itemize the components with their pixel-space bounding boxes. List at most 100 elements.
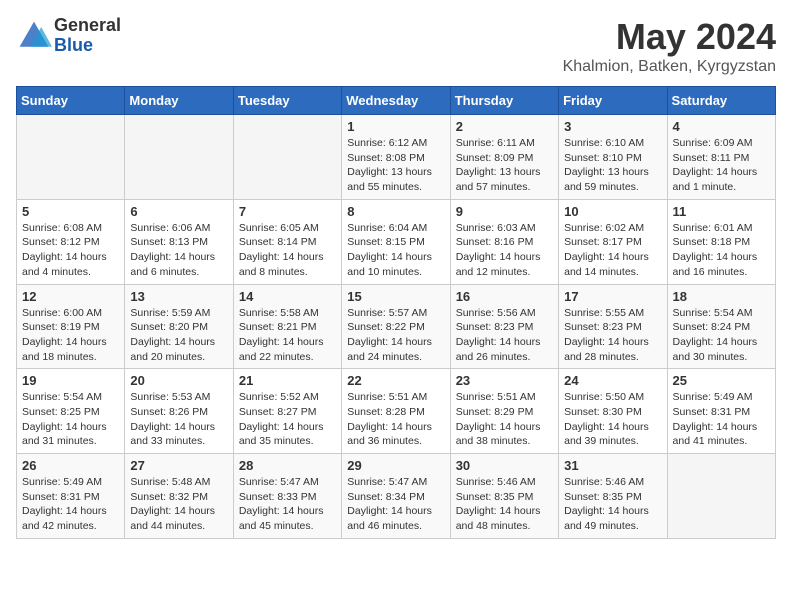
cell-info: Sunrise: 6:06 AMSunset: 8:13 PMDaylight:… (130, 221, 227, 280)
cell-info: Sunrise: 5:49 AMSunset: 8:31 PMDaylight:… (22, 475, 119, 534)
cell-info: Sunrise: 5:57 AMSunset: 8:22 PMDaylight:… (347, 306, 444, 365)
cell-info: Sunrise: 6:11 AMSunset: 8:09 PMDaylight:… (456, 136, 553, 195)
cell-date: 28 (239, 458, 336, 473)
cell-info: Sunrise: 6:10 AMSunset: 8:10 PMDaylight:… (564, 136, 661, 195)
cell-info: Sunrise: 5:48 AMSunset: 8:32 PMDaylight:… (130, 475, 227, 534)
cell-date: 5 (22, 204, 119, 219)
cell-date: 30 (456, 458, 553, 473)
cell-date: 6 (130, 204, 227, 219)
calendar-cell: 5 Sunrise: 6:08 AMSunset: 8:12 PMDaylight… (17, 199, 125, 284)
location-title: Khalmion, Batken, Kyrgyzstan (563, 58, 776, 76)
cell-info: Sunrise: 5:51 AMSunset: 8:28 PMDaylight:… (347, 390, 444, 449)
calendar-cell: 12 Sunrise: 6:00 AMSunset: 8:19 PMDayligh… (17, 284, 125, 369)
calendar-cell: 18 Sunrise: 5:54 AMSunset: 8:24 PMDayligh… (667, 284, 775, 369)
calendar-cell: 14Sunrise: 5:58 AMSunset: 8:21 PMDayligh… (233, 284, 341, 369)
calendar-cell (233, 115, 341, 200)
day-header-tuesday: Tuesday (233, 87, 341, 115)
cell-info: Sunrise: 6:00 AMSunset: 8:19 PMDaylight:… (22, 306, 119, 365)
cell-date: 7 (239, 204, 336, 219)
calendar-week-4: 19Sunrise: 5:54 AMSunset: 8:25 PMDayligh… (17, 369, 776, 454)
day-header-saturday: Saturday (667, 87, 775, 115)
calendar-cell: 21Sunrise: 5:52 AMSunset: 8:27 PMDayligh… (233, 369, 341, 454)
calendar-cell: 23 Sunrise: 5:51 AMSunset: 8:29 PMDayligh… (450, 369, 558, 454)
calendar-cell (667, 454, 775, 539)
cell-date: 24 (564, 373, 661, 388)
logo: General Blue (16, 16, 121, 56)
cell-info: Sunrise: 5:55 AMSunset: 8:23 PMDaylight:… (564, 306, 661, 365)
calendar-cell: 11Sunrise: 6:01 AMSunset: 8:18 PMDayligh… (667, 199, 775, 284)
calendar-week-1: 1 Sunrise: 6:12 AMSunset: 8:08 PMDaylight… (17, 115, 776, 200)
calendar-header-row: SundayMondayTuesdayWednesdayThursdayFrid… (17, 87, 776, 115)
title-block: May 2024 Khalmion, Batken, Kyrgyzstan (563, 16, 776, 76)
calendar-cell: 29 Sunrise: 5:47 AMSunset: 8:34 PMDayligh… (342, 454, 450, 539)
cell-info: Sunrise: 6:05 AMSunset: 8:14 PMDaylight:… (239, 221, 336, 280)
cell-date: 20 (130, 373, 227, 388)
cell-date: 1 (347, 119, 444, 134)
cell-date: 25 (673, 373, 770, 388)
calendar-cell: 20 Sunrise: 5:53 AMSunset: 8:26 PMDayligh… (125, 369, 233, 454)
day-header-wednesday: Wednesday (342, 87, 450, 115)
calendar-cell: 15 Sunrise: 5:57 AMSunset: 8:22 PMDayligh… (342, 284, 450, 369)
calendar-cell: 17 Sunrise: 5:55 AMSunset: 8:23 PMDayligh… (559, 284, 667, 369)
day-header-friday: Friday (559, 87, 667, 115)
month-title: May 2024 (563, 16, 776, 58)
cell-date: 27 (130, 458, 227, 473)
cell-info: Sunrise: 6:04 AMSunset: 8:15 PMDaylight:… (347, 221, 444, 280)
cell-date: 23 (456, 373, 553, 388)
calendar-cell: 19Sunrise: 5:54 AMSunset: 8:25 PMDayligh… (17, 369, 125, 454)
calendar-table: SundayMondayTuesdayWednesdayThursdayFrid… (16, 86, 776, 539)
cell-info: Sunrise: 5:50 AMSunset: 8:30 PMDaylight:… (564, 390, 661, 449)
cell-date: 10 (564, 204, 661, 219)
cell-date: 17 (564, 289, 661, 304)
cell-info: Sunrise: 6:12 AMSunset: 8:08 PMDaylight:… (347, 136, 444, 195)
cell-info: Sunrise: 5:49 AMSunset: 8:31 PMDaylight:… (673, 390, 770, 449)
logo-text: General Blue (54, 16, 121, 56)
calendar-cell: 26Sunrise: 5:49 AMSunset: 8:31 PMDayligh… (17, 454, 125, 539)
cell-date: 29 (347, 458, 444, 473)
calendar-cell: 16 Sunrise: 5:56 AMSunset: 8:23 PMDayligh… (450, 284, 558, 369)
cell-info: Sunrise: 5:51 AMSunset: 8:29 PMDaylight:… (456, 390, 553, 449)
calendar-week-3: 12 Sunrise: 6:00 AMSunset: 8:19 PMDayligh… (17, 284, 776, 369)
cell-date: 3 (564, 119, 661, 134)
cell-date: 12 (22, 289, 119, 304)
cell-info: Sunrise: 6:03 AMSunset: 8:16 PMDaylight:… (456, 221, 553, 280)
calendar-cell: 25 Sunrise: 5:49 AMSunset: 8:31 PMDayligh… (667, 369, 775, 454)
calendar-cell: 31 Sunrise: 5:46 AMSunset: 8:35 PMDayligh… (559, 454, 667, 539)
cell-info: Sunrise: 5:46 AMSunset: 8:35 PMDaylight:… (564, 475, 661, 534)
cell-info: Sunrise: 5:54 AMSunset: 8:24 PMDaylight:… (673, 306, 770, 365)
cell-info: Sunrise: 5:47 AMSunset: 8:34 PMDaylight:… (347, 475, 444, 534)
day-header-monday: Monday (125, 87, 233, 115)
cell-date: 9 (456, 204, 553, 219)
cell-date: 21 (239, 373, 336, 388)
calendar-cell: 27 Sunrise: 5:48 AMSunset: 8:32 PMDayligh… (125, 454, 233, 539)
day-header-thursday: Thursday (450, 87, 558, 115)
cell-date: 4 (673, 119, 770, 134)
calendar-cell: 22Sunrise: 5:51 AMSunset: 8:28 PMDayligh… (342, 369, 450, 454)
cell-date: 2 (456, 119, 553, 134)
cell-info: Sunrise: 5:56 AMSunset: 8:23 PMDaylight:… (456, 306, 553, 365)
calendar-cell (17, 115, 125, 200)
calendar-cell: 24 Sunrise: 5:50 AMSunset: 8:30 PMDayligh… (559, 369, 667, 454)
logo-icon (16, 18, 52, 54)
calendar-cell: 28Sunrise: 5:47 AMSunset: 8:33 PMDayligh… (233, 454, 341, 539)
calendar-cell (125, 115, 233, 200)
page-header: General Blue May 2024 Khalmion, Batken, … (16, 16, 776, 76)
cell-date: 13 (130, 289, 227, 304)
calendar-cell: 13Sunrise: 5:59 AMSunset: 8:20 PMDayligh… (125, 284, 233, 369)
cell-date: 18 (673, 289, 770, 304)
calendar-cell: 9 Sunrise: 6:03 AMSunset: 8:16 PMDaylight… (450, 199, 558, 284)
cell-info: Sunrise: 6:01 AMSunset: 8:18 PMDaylight:… (673, 221, 770, 280)
cell-date: 15 (347, 289, 444, 304)
calendar-cell: 7 Sunrise: 6:05 AMSunset: 8:14 PMDaylight… (233, 199, 341, 284)
logo-general: General (54, 16, 121, 36)
cell-info: Sunrise: 5:53 AMSunset: 8:26 PMDaylight:… (130, 390, 227, 449)
calendar-cell: 8Sunrise: 6:04 AMSunset: 8:15 PMDaylight… (342, 199, 450, 284)
calendar-week-2: 5 Sunrise: 6:08 AMSunset: 8:12 PMDaylight… (17, 199, 776, 284)
calendar-cell: 6 Sunrise: 6:06 AMSunset: 8:13 PMDaylight… (125, 199, 233, 284)
cell-date: 14 (239, 289, 336, 304)
cell-info: Sunrise: 5:46 AMSunset: 8:35 PMDaylight:… (456, 475, 553, 534)
cell-date: 31 (564, 458, 661, 473)
cell-date: 16 (456, 289, 553, 304)
cell-info: Sunrise: 6:08 AMSunset: 8:12 PMDaylight:… (22, 221, 119, 280)
calendar-cell: 4Sunrise: 6:09 AMSunset: 8:11 PMDaylight… (667, 115, 775, 200)
